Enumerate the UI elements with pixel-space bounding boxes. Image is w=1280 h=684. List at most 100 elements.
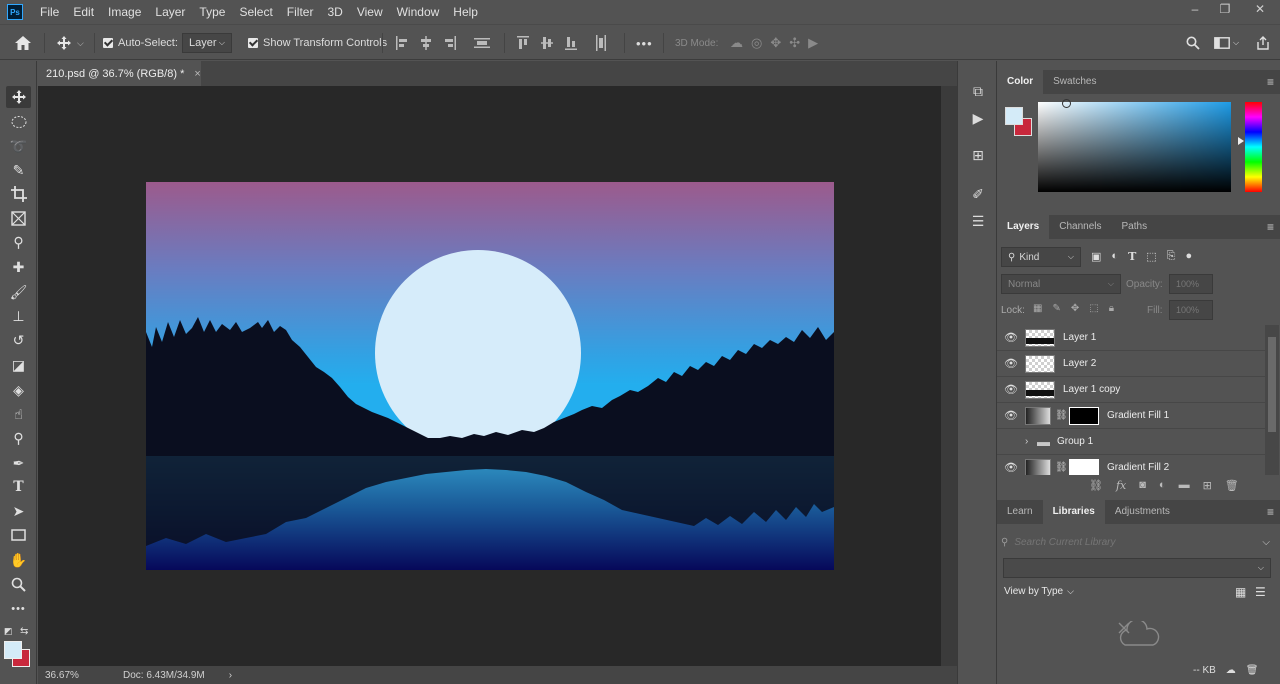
pen-tool[interactable]: ✒ bbox=[6, 452, 31, 474]
eye-icon[interactable]: 👁︎ bbox=[997, 383, 1025, 396]
dodge-tool[interactable]: ⚲ bbox=[6, 427, 31, 449]
layers-scrollbar-thumb[interactable] bbox=[1268, 337, 1276, 432]
menu-layer[interactable]: Layer bbox=[148, 0, 192, 24]
menu-file[interactable]: File bbox=[33, 0, 66, 24]
color-field[interactable] bbox=[1038, 102, 1231, 192]
hue-slider-handle[interactable] bbox=[1238, 137, 1244, 145]
shape-filter-icon[interactable]: ⬚ bbox=[1146, 250, 1156, 263]
layer-row[interactable]: · › ▬ Group 1 bbox=[997, 429, 1265, 455]
frame-tool[interactable] bbox=[6, 207, 31, 229]
align-top-icon[interactable] bbox=[517, 36, 529, 50]
eye-icon[interactable]: 👁︎ bbox=[997, 331, 1025, 344]
marquee-tool[interactable] bbox=[6, 111, 31, 133]
chevron-down-icon[interactable]: ⌵ bbox=[1262, 537, 1270, 548]
paint-bucket-tool[interactable]: ◈ bbox=[6, 379, 31, 401]
canvas-area[interactable] bbox=[38, 86, 941, 666]
artwork-canvas[interactable] bbox=[146, 182, 834, 570]
eye-icon[interactable]: 👁︎ bbox=[997, 409, 1025, 422]
close-tab-icon[interactable]: × bbox=[194, 68, 200, 80]
zoom-level[interactable]: 36.67% bbox=[45, 670, 105, 681]
tab-libraries[interactable]: Libraries bbox=[1042, 500, 1105, 524]
zoom-tool[interactable] bbox=[6, 573, 31, 595]
menu-select[interactable]: Select bbox=[232, 0, 279, 24]
layer-row[interactable]: 👁︎ ⛓ Gradient Fill 1 bbox=[997, 403, 1265, 429]
menu-window[interactable]: Window bbox=[390, 0, 447, 24]
type-filter-icon[interactable]: T bbox=[1128, 250, 1136, 263]
hand-tool[interactable]: ✋ bbox=[6, 549, 31, 571]
smart-object-filter-icon[interactable]: ⎘ bbox=[1167, 250, 1176, 263]
menu-edit[interactable]: Edit bbox=[66, 0, 101, 24]
lasso-tool[interactable]: ➰ bbox=[6, 135, 31, 157]
menu-type[interactable]: Type bbox=[192, 0, 232, 24]
auto-select-dropdown[interactable]: Layer ⌵ bbox=[182, 33, 232, 53]
visibility-toggle-empty[interactable]: · bbox=[997, 436, 1025, 448]
crop-tool[interactable] bbox=[6, 183, 31, 205]
quick-select-tool[interactable]: ✎ bbox=[6, 159, 31, 181]
swap-colors-icon[interactable]: ⇆ bbox=[20, 626, 28, 637]
move-tool-preset[interactable]: ⌵ bbox=[56, 25, 84, 61]
layers-scrollbar[interactable] bbox=[1265, 325, 1279, 475]
blend-mode-dropdown[interactable]: Normal ⌵ bbox=[1001, 274, 1121, 294]
delete-layer-icon[interactable]: 🗑︎ bbox=[1225, 479, 1239, 492]
hue-slider[interactable] bbox=[1245, 102, 1262, 192]
lock-transparency-icon[interactable]: ▦ bbox=[1033, 303, 1042, 314]
actions-play-icon[interactable]: ▶ bbox=[968, 108, 988, 128]
opacity-field[interactable]: 100% bbox=[1169, 274, 1213, 294]
layer-style-fx-icon[interactable]: fx bbox=[1116, 479, 1126, 492]
distribute-icon[interactable] bbox=[474, 36, 490, 50]
properties-panel-icon[interactable]: ⊞ bbox=[968, 145, 988, 165]
lock-position-icon[interactable]: ✥ bbox=[1071, 303, 1079, 314]
move-tool[interactable] bbox=[6, 86, 31, 108]
panel-menu-icon[interactable]: ≡ bbox=[1267, 70, 1274, 94]
layer-row[interactable]: 👁︎ Layer 1 bbox=[997, 325, 1265, 351]
eraser-tool[interactable]: ◪ bbox=[6, 354, 31, 376]
eye-icon[interactable]: 👁︎ bbox=[997, 357, 1025, 370]
lock-all-icon[interactable]: 🔒︎ bbox=[1109, 303, 1114, 314]
adjustments-panel-icon[interactable]: ☰ bbox=[968, 211, 988, 231]
adjustment-filter-icon[interactable]: ◐ bbox=[1111, 250, 1118, 263]
workspace-button[interactable]: ⌵ bbox=[1214, 25, 1239, 61]
tab-swatches[interactable]: Swatches bbox=[1043, 70, 1106, 94]
restore-button[interactable]: ❐ bbox=[1210, 0, 1240, 18]
type-tool[interactable]: T bbox=[6, 476, 31, 498]
pixel-filter-icon[interactable]: ▣ bbox=[1091, 250, 1101, 263]
3d-pan-icon[interactable]: ✥ bbox=[770, 35, 781, 51]
align-center-icon[interactable] bbox=[420, 36, 432, 50]
link-layers-icon[interactable]: ⛓ bbox=[1089, 479, 1103, 492]
3d-slide-icon[interactable]: ✣ bbox=[789, 35, 800, 51]
auto-select-checkbox[interactable] bbox=[103, 38, 113, 48]
menu-image[interactable]: Image bbox=[101, 0, 148, 24]
layer-row[interactable]: 👁︎ Layer 1 copy bbox=[997, 377, 1265, 403]
filter-toggle-icon[interactable]: ● bbox=[1185, 250, 1192, 263]
list-view-icon[interactable]: ☰ bbox=[1255, 585, 1266, 599]
brush-settings-icon[interactable]: ✐ bbox=[968, 184, 988, 204]
smudge-tool[interactable]: ☝ bbox=[6, 403, 31, 425]
library-search-input[interactable] bbox=[1014, 536, 1263, 548]
link-chain-icon[interactable]: ⛓ bbox=[1055, 410, 1068, 421]
add-mask-icon[interactable]: ◙ bbox=[1139, 479, 1146, 492]
history-brush-tool[interactable]: ↺ bbox=[6, 329, 31, 351]
align-right-icon[interactable] bbox=[444, 36, 456, 50]
link-chain-icon[interactable]: ⛓ bbox=[1055, 462, 1068, 473]
panel-menu-icon[interactable]: ≡ bbox=[1267, 215, 1274, 239]
status-menu-arrow-icon[interactable]: › bbox=[229, 670, 232, 681]
foreground-color-swatch[interactable] bbox=[4, 641, 22, 659]
menu-view[interactable]: View bbox=[350, 0, 390, 24]
menu-3d[interactable]: 3D bbox=[320, 0, 349, 24]
fill-field[interactable]: 100% bbox=[1169, 300, 1213, 320]
tab-channels[interactable]: Channels bbox=[1049, 215, 1111, 239]
healing-brush-tool[interactable]: ✚ bbox=[6, 256, 31, 278]
path-selection-tool[interactable]: ➤ bbox=[6, 500, 31, 522]
tab-learn[interactable]: Learn bbox=[997, 500, 1043, 524]
new-layer-icon[interactable]: ⊞ bbox=[1203, 479, 1212, 492]
auto-select-toggle[interactable]: Auto-Select: bbox=[103, 25, 178, 61]
align-bottom-icon[interactable] bbox=[565, 36, 577, 50]
close-window-button[interactable]: ✕ bbox=[1245, 0, 1275, 18]
library-search[interactable]: ⚲ ⌵ bbox=[1001, 533, 1276, 551]
3d-camera-icon[interactable]: ▶ bbox=[808, 35, 818, 51]
edit-toolbar-button[interactable]: ••• bbox=[6, 598, 31, 620]
distribute-vertical-icon[interactable] bbox=[595, 35, 607, 51]
grid-view-icon[interactable]: ▦ bbox=[1235, 585, 1246, 599]
show-transform-toggle[interactable]: Show Transform Controls bbox=[248, 25, 387, 61]
3d-roll-icon[interactable]: ◎ bbox=[751, 35, 762, 51]
